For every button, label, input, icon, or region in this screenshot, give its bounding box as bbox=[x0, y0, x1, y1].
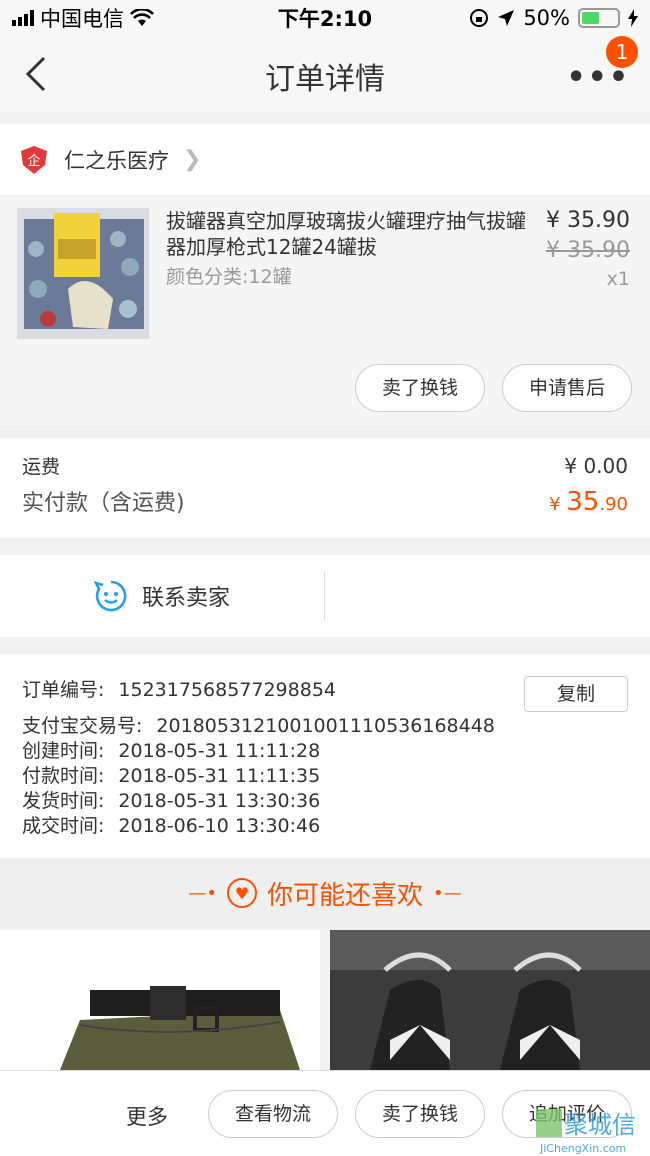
product-spec: 颜色分类:12罐 bbox=[166, 266, 292, 288]
shop-name: 仁之乐医疗 bbox=[64, 148, 169, 173]
recommend-item-shoes[interactable] bbox=[330, 930, 650, 1070]
decor-line-right: •— bbox=[433, 882, 462, 904]
clock: 下午2:10 bbox=[277, 7, 373, 31]
more-button[interactable]: 更多 bbox=[126, 1101, 168, 1131]
info-row: 创建时间: 2018-05-31 11:11:28 bbox=[22, 740, 321, 762]
shipping-value: ¥ 0.00 bbox=[564, 454, 628, 478]
contact-section: 联系卖家 bbox=[0, 555, 650, 637]
product-thumbnail[interactable] bbox=[17, 208, 149, 339]
decor-line-left: —• bbox=[188, 882, 217, 904]
rotation-lock-icon bbox=[470, 9, 489, 27]
paid-label: 实付款（含运费) bbox=[22, 491, 185, 516]
product-quantity: x1 bbox=[606, 268, 630, 290]
recommend-title: 你可能还喜欢 bbox=[266, 880, 423, 911]
chat-smile-icon bbox=[93, 580, 127, 612]
info-row: 付款时间: 2018-05-31 11:11:35 bbox=[22, 765, 321, 787]
watermark-logo: 聚城信 JiChengXin.com bbox=[530, 1105, 650, 1156]
enterprise-shop-icon: 企 bbox=[21, 145, 47, 174]
signal-icon bbox=[12, 10, 34, 26]
page-title: 订单详情 bbox=[265, 62, 385, 97]
shop-row[interactable]: 企 仁之乐医疗 ❯ bbox=[0, 124, 650, 196]
view-logistics-button[interactable]: 查看物流 bbox=[208, 1090, 338, 1138]
info-row: 成交时间: 2018-06-10 13:30:46 bbox=[22, 815, 321, 837]
notification-badge: 1 bbox=[606, 36, 638, 68]
order-info: 复制 订单编号: 152317568577298854 支付宝交易号: 201805… bbox=[0, 654, 650, 858]
product-price: ¥ 35.90 bbox=[546, 208, 630, 233]
battery-percent: 50% bbox=[523, 6, 570, 30]
charging-icon bbox=[628, 9, 638, 27]
product-original-price: ¥ 35.90 bbox=[546, 238, 630, 263]
heart-icon: ♥ bbox=[226, 878, 257, 908]
contact-seller-button[interactable]: 联系卖家 bbox=[0, 571, 325, 621]
svg-text:聚城信: 聚城信 bbox=[564, 1111, 636, 1139]
svg-text:JiChengXin.com: JiChengXin.com bbox=[539, 1142, 626, 1155]
resell-button[interactable]: 卖了换钱 bbox=[355, 364, 485, 412]
info-row: 发货时间: 2018-05-31 13:30:36 bbox=[22, 790, 321, 812]
wifi-icon bbox=[130, 9, 154, 26]
after-sales-button[interactable]: 申请售后 bbox=[502, 364, 632, 412]
location-icon bbox=[498, 10, 515, 26]
carrier-label: 中国电信 bbox=[40, 7, 124, 31]
fees-section: 运费 ¥ 0.00 实付款（含运费) ¥ 35.90 bbox=[0, 438, 650, 538]
recommend-header: —• ♥ 你可能还喜欢 •— bbox=[0, 858, 650, 928]
status-bar: 中国电信 下午2:10 50% bbox=[0, 0, 650, 36]
contact-seller-label: 联系卖家 bbox=[141, 586, 230, 611]
resell-button-bottom[interactable]: 卖了换钱 bbox=[355, 1090, 485, 1138]
product-item: 拔罐器真空加厚玻璃拔火罐理疗抽气拔罐器加厚枪式12罐24罐拔 颜色分类:12罐 … bbox=[0, 196, 650, 426]
info-row: 支付宝交易号: 2018053121001001110536168448 bbox=[22, 715, 495, 737]
copy-button[interactable]: 复制 bbox=[524, 676, 628, 712]
chevron-right-icon: ❯ bbox=[183, 147, 202, 172]
battery-icon bbox=[578, 8, 620, 28]
svg-text:企: 企 bbox=[27, 153, 40, 169]
paid-amount: ¥ 35.90 bbox=[549, 487, 628, 517]
product-title[interactable]: 拔罐器真空加厚玻璃拔火罐理疗抽气拔罐器加厚枪式12罐24罐拔 bbox=[166, 208, 536, 260]
shipping-label: 运费 bbox=[22, 456, 61, 478]
nav-bar: 订单详情 ••• 1 bbox=[0, 36, 650, 112]
recommend-item-pants[interactable] bbox=[0, 930, 320, 1070]
